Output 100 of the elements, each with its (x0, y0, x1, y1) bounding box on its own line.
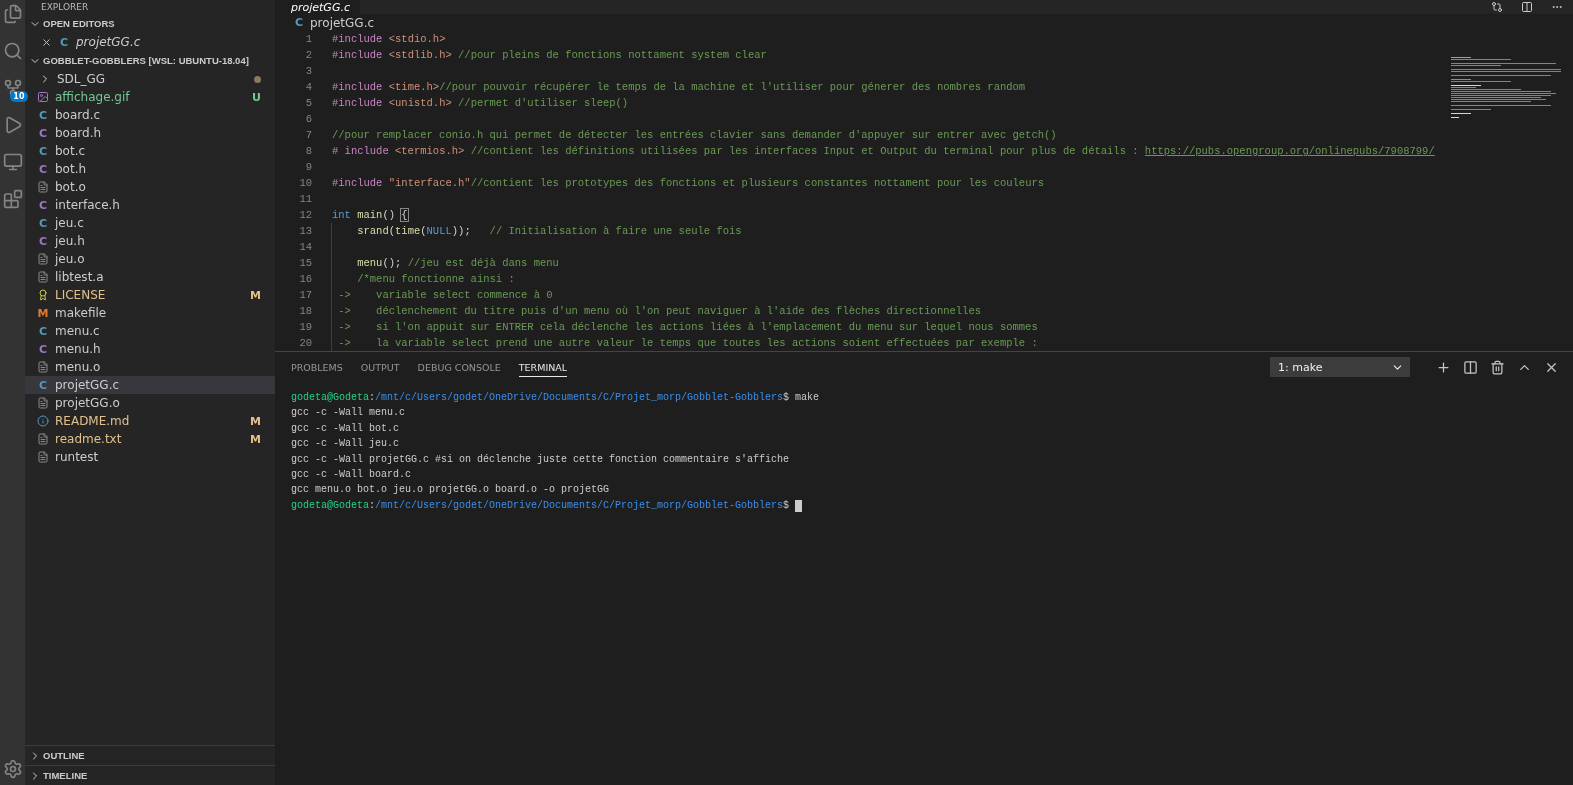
file-name: runtest (55, 450, 100, 464)
line-number: 15 (298, 257, 312, 269)
file-item[interactable]: C bot.c (25, 142, 275, 160)
code-line: -> variable select commence à 0 (331, 287, 553, 303)
c-header-file-icon: C (37, 234, 49, 248)
file-item[interactable]: affichage.gif U (25, 88, 275, 106)
code-line: #include <stdio.h> (331, 32, 446, 47)
file-item[interactable]: C board.h (25, 124, 275, 142)
files-icon[interactable] (2, 4, 23, 24)
breadcrumb[interactable]: projetGG.c (310, 15, 375, 30)
file-item[interactable]: readme.txt M (25, 430, 275, 448)
c-file-icon: C (37, 216, 49, 230)
section-header[interactable]: TIMELINE (25, 765, 275, 785)
terminal-line: godeta@Godeta:/mnt/c/Users/godet/OneDrive/Documents/C/Projet_morp/Gobblet-Gobblers$ (291, 498, 790, 513)
terminal-line: godeta@Godeta:/mnt/c/Users/godet/OneDrive/Documents/C/Projet_morp/Gobblet-Gobblers$ make (291, 391, 820, 405)
file-name: projetGG.c (55, 378, 121, 392)
code-line: #include "interface.h"//contient les prototypes des fonctions et plusieurs constantes nottament pour les couleurs (331, 176, 1045, 191)
panel-tab[interactable]: TERMINAL (518, 357, 568, 377)
terminal-line: gcc -c -Wall menu.c (291, 406, 406, 421)
section-title: OUTLINE (43, 750, 85, 761)
file-item[interactable]: M makefile (25, 304, 275, 322)
settings-icon[interactable] (2, 759, 23, 779)
c-file-icon: C (293, 16, 305, 29)
code-line: int main() { (331, 208, 408, 223)
file-item[interactable]: C jeu.c (25, 214, 275, 232)
git-status: M (250, 414, 261, 428)
code-line: -> déclenchement du titre puis d'un menu où l'on peut naviguer à l'aide des flèches directionnelles (331, 303, 981, 319)
extensions-icon[interactable] (2, 189, 23, 209)
file-item[interactable]: libtest.a (25, 268, 275, 286)
section-header[interactable]: OPEN EDITORS (25, 14, 275, 33)
line-number: 1 (304, 33, 312, 45)
file-name: README.md (55, 414, 131, 428)
file-item[interactable]: jeu.o (25, 250, 275, 268)
c-file-icon: C (58, 35, 70, 49)
file-item[interactable]: menu.o (25, 358, 275, 376)
code-line: -> si l'on appuit sur ENTRER cela déclenche les actions liées à l'emplacement du menu sur lequel nous sommes (331, 319, 1038, 335)
file-item[interactable]: C projetGG.c (25, 376, 275, 394)
file-icon (37, 397, 49, 409)
file-item[interactable]: bot.o (25, 178, 275, 196)
license-icon (37, 289, 49, 301)
line-number: 2 (304, 49, 312, 61)
c-header-file-icon: C (37, 342, 49, 356)
c-file-icon: C (37, 324, 49, 338)
close-icon[interactable] (41, 36, 52, 48)
file-name: jeu.c (55, 216, 85, 230)
section-header[interactable]: OUTLINE (25, 745, 275, 765)
select-value: 1: make (1278, 360, 1323, 374)
code-line: #include <stdlib.h> //pour pleins de fonctions nottament system clear (331, 48, 767, 63)
c-header-file-icon: C (37, 126, 49, 140)
file-item[interactable]: runtest (25, 448, 275, 466)
code-line: menu(); //jeu est déjà dans menu (331, 255, 559, 271)
line-number: 5 (304, 97, 312, 109)
file-item[interactable]: C menu.c (25, 322, 275, 340)
section-header[interactable]: GOBBLET-GOBBLERS [WSL: UBUNTU-18.04] (25, 51, 275, 70)
file-name: board.c (55, 108, 102, 122)
file-item[interactable]: LICENSE M (25, 286, 275, 304)
terminal-line: gcc -c -Wall board.c (291, 468, 412, 483)
monitor-icon[interactable] (2, 152, 23, 172)
file-item[interactable]: C interface.h (25, 196, 275, 214)
section-title: GOBBLET-GOBBLERS [WSL: UBUNTU-18.04] (43, 55, 249, 66)
file-item[interactable]: C board.c (25, 106, 275, 124)
panel-tab[interactable]: OUTPUT (360, 357, 400, 377)
code-line: #include <unistd.h> //permet d'utiliser sleep() (331, 96, 629, 111)
terminal-select[interactable]: 1: make (1270, 357, 1410, 377)
file-icon (37, 433, 49, 445)
section-title: TIMELINE (43, 770, 88, 781)
c-file-icon: C (37, 144, 49, 158)
line-number: 8 (304, 145, 312, 157)
file-name: interface.h (55, 198, 121, 212)
file-item[interactable]: projetGG.o (25, 394, 275, 412)
file-name: affichage.gif (55, 90, 131, 104)
panel-tab[interactable]: DEBUG CONSOLE (417, 357, 501, 377)
trash-icon[interactable] (1490, 359, 1505, 375)
compare-icon[interactable] (1491, 1, 1503, 13)
line-number: 11 (298, 193, 312, 205)
editor-tab[interactable]: projetGG.c (275, 0, 360, 14)
section-title: OPEN EDITORS (43, 18, 115, 29)
add-icon[interactable] (1436, 359, 1451, 375)
code-line: -> la variable select prend une autre valeur le temps que toutes les actions soient effectuées par exemple : (331, 335, 1038, 351)
file-icon (37, 361, 49, 373)
file-name: projetGG.o (55, 396, 121, 410)
folder-item[interactable]: SDL_GG (25, 70, 275, 88)
terminal-line: gcc -c -Wall projetGG.c #si on déclenche juste cette fonction commentaire s'affiche (291, 452, 790, 467)
line-number: 12 (298, 209, 312, 221)
file-name: jeu.o (55, 252, 86, 266)
c-file-icon: C (37, 108, 49, 122)
file-name: LICENSE (55, 288, 107, 302)
search-icon[interactable] (2, 41, 23, 61)
file-item[interactable]: C bot.h (25, 160, 275, 178)
split-terminal-icon[interactable] (1463, 359, 1478, 375)
panel-tab[interactable]: PROBLEMS (291, 357, 343, 377)
code-line: #include <time.h>//pour pouvoir récupérer le temps de la machine et l'utiliser pour génerer des nombres random (331, 80, 1026, 95)
file-item[interactable]: README.md M (25, 412, 275, 430)
line-number: 16 (298, 273, 312, 285)
split-editor-icon[interactable] (1521, 1, 1533, 13)
line-number: 4 (304, 81, 312, 93)
line-number: 3 (304, 65, 312, 77)
file-item[interactable]: C jeu.h (25, 232, 275, 250)
open-editor-item[interactable]: C projetGG.c (25, 33, 275, 51)
file-item[interactable]: C menu.h (25, 340, 275, 358)
